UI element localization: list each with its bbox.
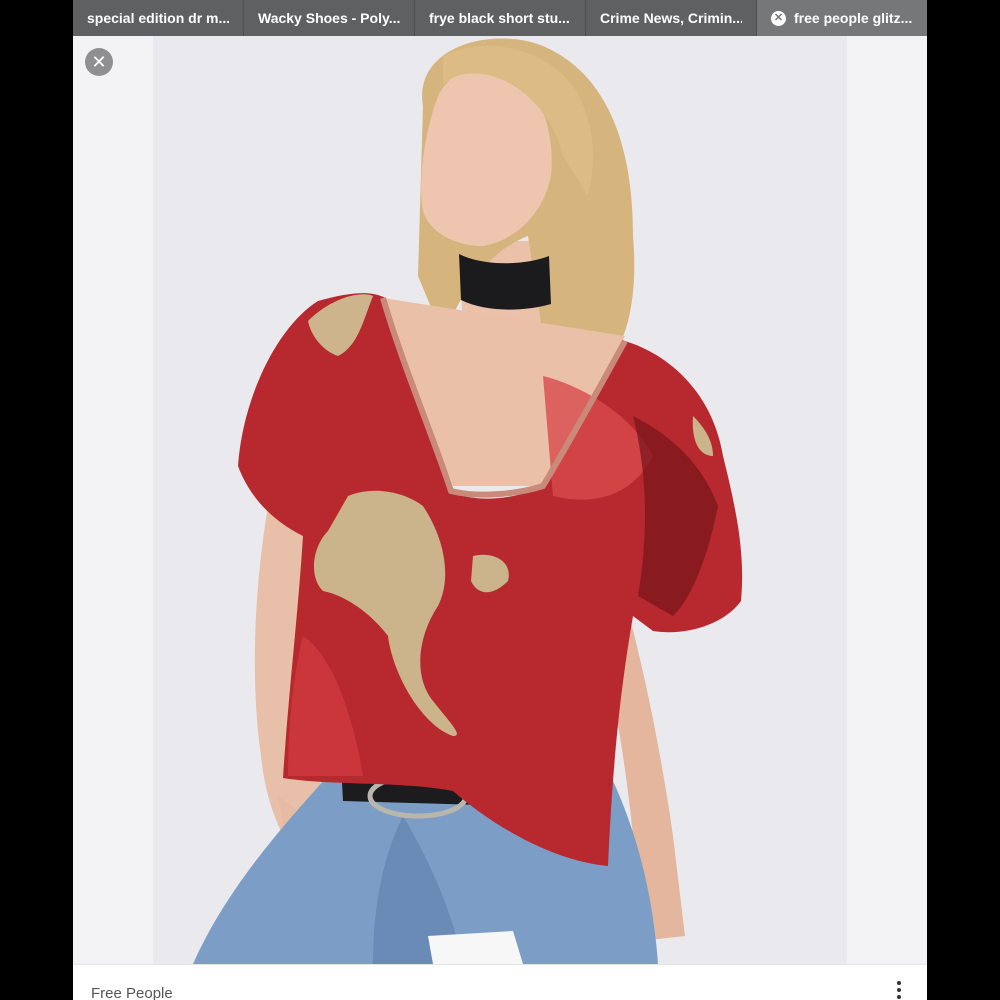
tab-free-people[interactable]: ✕ free people glitz... [757,0,927,36]
image-viewer: ✕ [73,36,927,964]
more-vertical-icon[interactable] [893,981,905,1000]
tab-bar: special edition dr m... Wacky Shoes - Po… [73,0,927,36]
tab-wacky-shoes[interactable]: Wacky Shoes - Poly... [244,0,415,36]
dot [897,981,901,985]
close-circle-icon[interactable]: ✕ [771,10,786,26]
seat [428,931,523,964]
tab-label: free people glitz... [794,10,913,26]
dot [897,988,901,992]
tab-label: frye black short stu... [429,10,570,26]
tab-frye-black[interactable]: frye black short stu... [415,0,586,36]
dot [897,995,901,999]
source-label[interactable]: Free People [91,985,173,1000]
caption-bar: Free People [73,964,927,1000]
browser-frame: special edition dr m... Wacky Shoes - Po… [73,0,927,1000]
tab-label: Crime News, Crimin... [600,10,742,26]
tab-label: special edition dr m... [87,10,229,26]
tab-label: Wacky Shoes - Poly... [258,10,400,26]
tab-crime-news[interactable]: Crime News, Crimin... [586,0,757,36]
tab-special-edition[interactable]: special edition dr m... [73,0,244,36]
product-photo [193,38,743,964]
close-icon[interactable]: ✕ [85,48,113,76]
